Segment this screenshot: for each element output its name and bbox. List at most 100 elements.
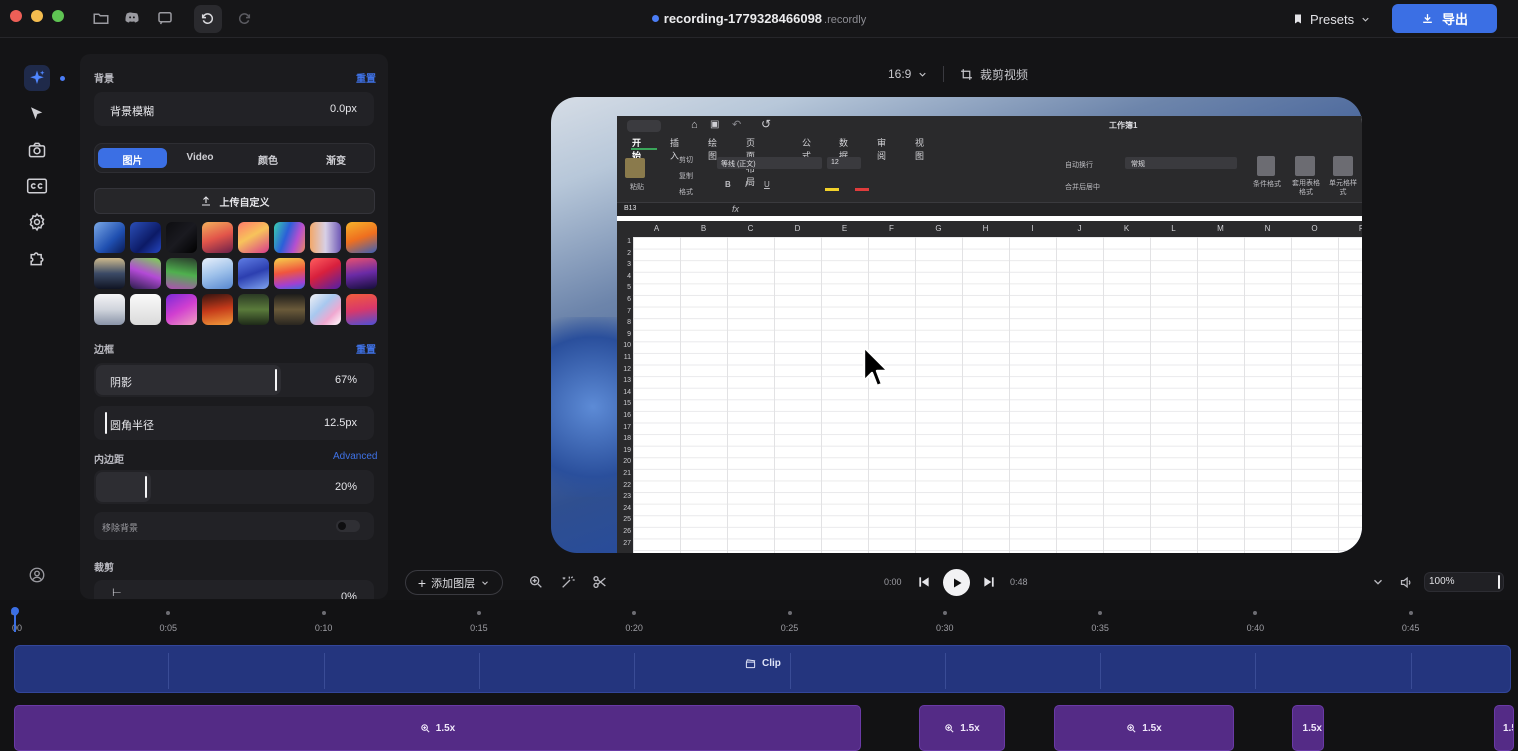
wallpaper-option[interactable] <box>166 294 197 325</box>
zoom-segment[interactable]: 1.5x <box>1292 705 1324 751</box>
camera-tool[interactable] <box>24 137 50 163</box>
volume-button[interactable] <box>1399 575 1415 591</box>
play-button[interactable] <box>943 569 970 596</box>
wallpaper-option[interactable] <box>310 294 341 325</box>
add-layer-button[interactable]: + 添加图层 <box>405 570 503 595</box>
excel-column-header: F <box>889 224 894 233</box>
presets-dropdown[interactable]: Presets <box>1292 9 1371 29</box>
wallpaper-option[interactable] <box>274 258 305 289</box>
skip-forward-icon <box>984 577 994 587</box>
shadow-slider-handle[interactable] <box>275 369 277 391</box>
excel-row-header: 16 <box>623 412 631 419</box>
wallpaper-option[interactable] <box>130 222 161 253</box>
zoom-level-slider[interactable]: 100% <box>1424 572 1504 592</box>
aspect-ratio-dropdown[interactable]: 16:9 <box>888 64 928 84</box>
background-reset-link[interactable]: 重置 <box>356 70 376 85</box>
upload-icon <box>201 196 210 206</box>
excel-ribbon-tab: 审阅 <box>877 138 887 161</box>
excel-cell-grid[interactable] <box>633 237 1362 553</box>
zoom-level-handle[interactable] <box>1498 575 1500 589</box>
wallpaper-option[interactable] <box>202 258 233 289</box>
tab-color[interactable]: 颜色 <box>234 152 302 167</box>
excel-fill-color-icon <box>825 188 839 191</box>
wallpaper-option[interactable] <box>202 222 233 253</box>
border-reset-link[interactable]: 重置 <box>356 341 376 356</box>
wallpaper-option[interactable] <box>166 258 197 289</box>
zoom-in-tool[interactable] <box>528 574 546 592</box>
wallpaper-option[interactable] <box>130 258 161 289</box>
volume-icon <box>1400 576 1411 589</box>
wallpaper-option[interactable] <box>238 294 269 325</box>
crop-section-title: 裁剪 <box>94 563 114 574</box>
wallpaper-option[interactable] <box>202 294 233 325</box>
settings-tool[interactable] <box>24 209 50 235</box>
excel-window: ⌂ ▣ ↶ ↺ 工作簿1 开始 插入 绘图 页面布局 公式 数据 审阅 视图 粘贴 剪切 复制… <box>617 116 1362 553</box>
crop-slider[interactable] <box>94 580 374 599</box>
wallpaper-option[interactable] <box>274 294 305 325</box>
tab-image[interactable]: 图片 <box>98 152 167 167</box>
wallpaper-option[interactable] <box>346 258 377 289</box>
excel-table-format-icon <box>1295 156 1315 176</box>
corner-radius-slider-handle[interactable] <box>105 412 107 434</box>
clip-track-divider <box>1255 653 1256 689</box>
timeline-ruler[interactable]: 000:050:100:150:200:250:300:350:400:450:… <box>0 605 1518 640</box>
excel-row-header: 2 <box>627 249 631 257</box>
wallpaper-option[interactable] <box>166 222 197 253</box>
upload-custom-button[interactable]: 上传自定义 <box>94 188 375 214</box>
excel-underline-icon: U <box>764 180 770 189</box>
zoom-segment[interactable]: 1.5x <box>1494 705 1514 751</box>
wallpaper-option[interactable] <box>346 294 377 325</box>
excel-column-header: A <box>653 224 660 233</box>
excel-cell-style-label: 单元格样式 <box>1329 180 1357 196</box>
wallpaper-option[interactable] <box>94 294 125 325</box>
excel-ribbon-tab: 插入 <box>670 138 680 161</box>
zoom-segment[interactable]: 1.5x <box>919 705 1005 751</box>
wallpaper-option[interactable] <box>94 222 125 253</box>
zoom-segment[interactable]: 1.5x <box>1054 705 1234 751</box>
excel-font-size: 12 <box>831 159 839 166</box>
export-button[interactable]: 导出 <box>1392 4 1497 33</box>
upload-custom-label: 上传自定义 <box>219 197 270 209</box>
crop-handle-icon: ⊢ <box>112 587 122 599</box>
excel-row-header: 20 <box>623 458 631 466</box>
remove-background-toggle[interactable] <box>336 520 360 532</box>
aspect-ratio-label: 16:9 <box>888 67 912 81</box>
padding-advanced-link[interactable]: Advanced <box>333 451 377 462</box>
skip-back-button[interactable] <box>917 575 931 589</box>
excel-format-painter-label: 格式 <box>679 189 693 196</box>
zoom-segment[interactable]: 1.5x <box>14 705 861 751</box>
cursor-tool[interactable] <box>24 101 50 127</box>
excel-row-header: 13 <box>623 377 631 385</box>
timeline-tick-mark <box>1408 611 1413 615</box>
collapse-timeline-button[interactable] <box>1371 575 1387 591</box>
clip-track-divider <box>1411 653 1412 689</box>
excel-row-header: 14 <box>623 388 631 396</box>
toolbar-divider <box>943 66 944 82</box>
magic-wand-tool[interactable] <box>560 574 578 592</box>
split-tool[interactable] <box>592 574 610 592</box>
effects-tool[interactable] <box>24 65 50 91</box>
tab-video[interactable]: Video <box>166 152 234 163</box>
excel-row-header: 18 <box>623 435 631 443</box>
excel-column-header: B <box>700 224 707 233</box>
padding-slider-handle[interactable] <box>145 476 147 498</box>
captions-tool[interactable] <box>24 173 50 199</box>
account-button[interactable] <box>24 562 50 588</box>
excel-sidebar-toggle <box>627 120 661 132</box>
wallpaper-option[interactable] <box>94 258 125 289</box>
crop-video-label: 裁剪视频 <box>980 67 1029 82</box>
wallpaper-option[interactable] <box>274 222 305 253</box>
crop-video-button[interactable]: 裁剪视频 <box>960 64 1028 84</box>
skip-forward-button[interactable] <box>982 575 996 589</box>
wallpaper-option[interactable] <box>310 222 341 253</box>
skip-back-icon <box>919 577 929 587</box>
extensions-tool[interactable] <box>24 245 50 271</box>
wallpaper-option[interactable] <box>310 258 341 289</box>
tab-gradient[interactable]: 渐变 <box>302 152 370 167</box>
wallpaper-option[interactable] <box>238 258 269 289</box>
video-preview[interactable]: ⌂ ▣ ↶ ↺ 工作簿1 开始 插入 绘图 页面布局 公式 数据 审阅 视图 粘贴 剪切 复制… <box>551 97 1362 553</box>
wallpaper-option[interactable] <box>346 222 377 253</box>
wallpaper-option[interactable] <box>238 222 269 253</box>
play-icon <box>953 578 961 587</box>
wallpaper-option[interactable] <box>130 294 161 325</box>
